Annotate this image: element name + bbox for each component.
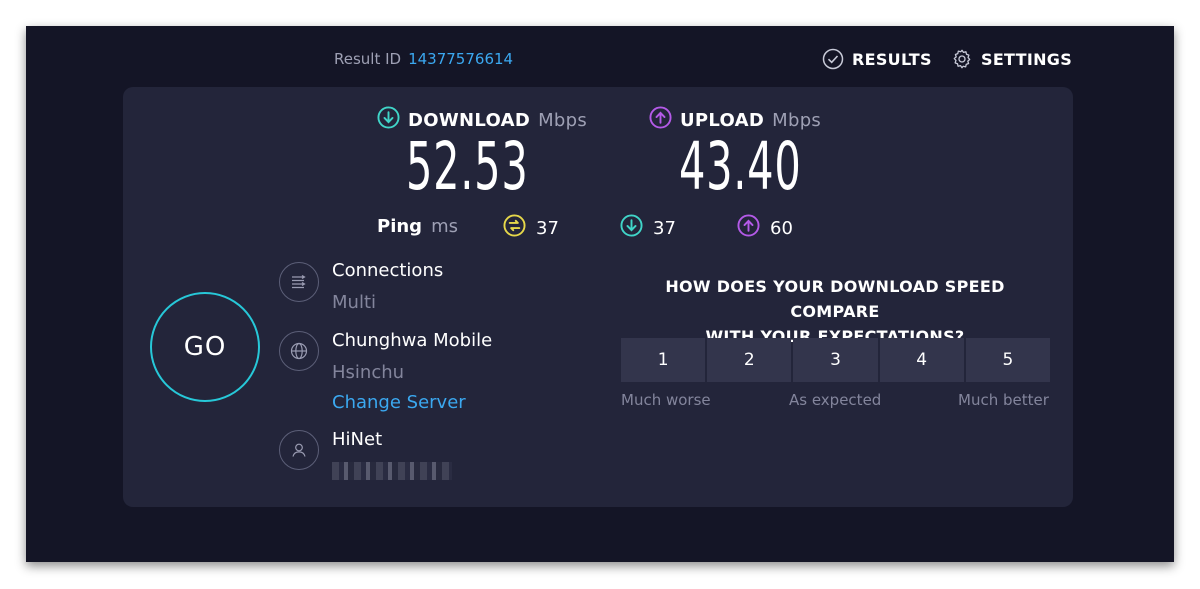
download-unit: Mbps (538, 109, 588, 131)
download-value: 52.53 (406, 128, 529, 205)
gear-icon (951, 48, 973, 70)
globe-icon (279, 331, 319, 371)
rating-low-label: Much worse (621, 391, 711, 409)
settings-label: SETTINGS (981, 49, 1073, 69)
ping-upload-icon (737, 214, 760, 242)
result-id-link[interactable]: 14377576614 (408, 50, 513, 68)
rating-scale: 1 2 3 4 5 (621, 338, 1051, 382)
rating-option-5[interactable]: 5 (965, 338, 1051, 382)
ping-idle-value: 37 (536, 217, 559, 239)
change-server-link[interactable]: Change Server (332, 392, 466, 413)
rating-option-2[interactable]: 2 (707, 338, 792, 382)
provider-name: HiNet (332, 429, 383, 450)
rating-high-label: Much better (958, 391, 1049, 409)
rating-option-1[interactable]: 1 (621, 338, 706, 382)
ping-idle-icon (503, 214, 526, 242)
rating-option-4[interactable]: 4 (879, 338, 964, 382)
download-arrow-icon (377, 106, 400, 134)
ping-download-value: 37 (653, 217, 676, 239)
connections-title: Connections (332, 260, 444, 281)
upload-arrow-icon (649, 106, 672, 134)
connections-value: Multi (332, 292, 376, 313)
rating-mid-label: As expected (789, 391, 882, 409)
settings-button[interactable]: SETTINGS (951, 48, 1072, 70)
ping-upload-value: 60 (770, 217, 793, 239)
ping-idle: 37 (503, 214, 559, 242)
upload-value: 43.40 (679, 128, 802, 205)
results-button[interactable]: RESULTS (822, 48, 932, 70)
result-id: Result ID 14377576614 (334, 50, 513, 68)
server-location: Hsinchu (332, 362, 405, 383)
server-name: Chunghwa Mobile (332, 330, 493, 351)
ping-download-icon (620, 214, 643, 242)
ip-address-redacted (332, 462, 452, 480)
results-label: RESULTS (852, 49, 932, 69)
user-icon (279, 430, 319, 470)
ping-label: Ping (377, 216, 423, 237)
ping-unit: ms (431, 216, 458, 237)
go-button[interactable]: GO (150, 292, 260, 402)
result-id-label: Result ID (334, 50, 402, 68)
go-label: GO (183, 332, 227, 362)
connections-icon (279, 262, 319, 302)
ping-upload: 60 (737, 214, 793, 242)
rating-option-3[interactable]: 3 (793, 338, 878, 382)
survey-question-line1: HOW DOES YOUR DOWNLOAD SPEED COMPARE (665, 277, 1005, 321)
check-circle-icon (822, 48, 844, 70)
ping-download: 37 (620, 214, 676, 242)
ping-row: Ping ms (377, 216, 458, 237)
